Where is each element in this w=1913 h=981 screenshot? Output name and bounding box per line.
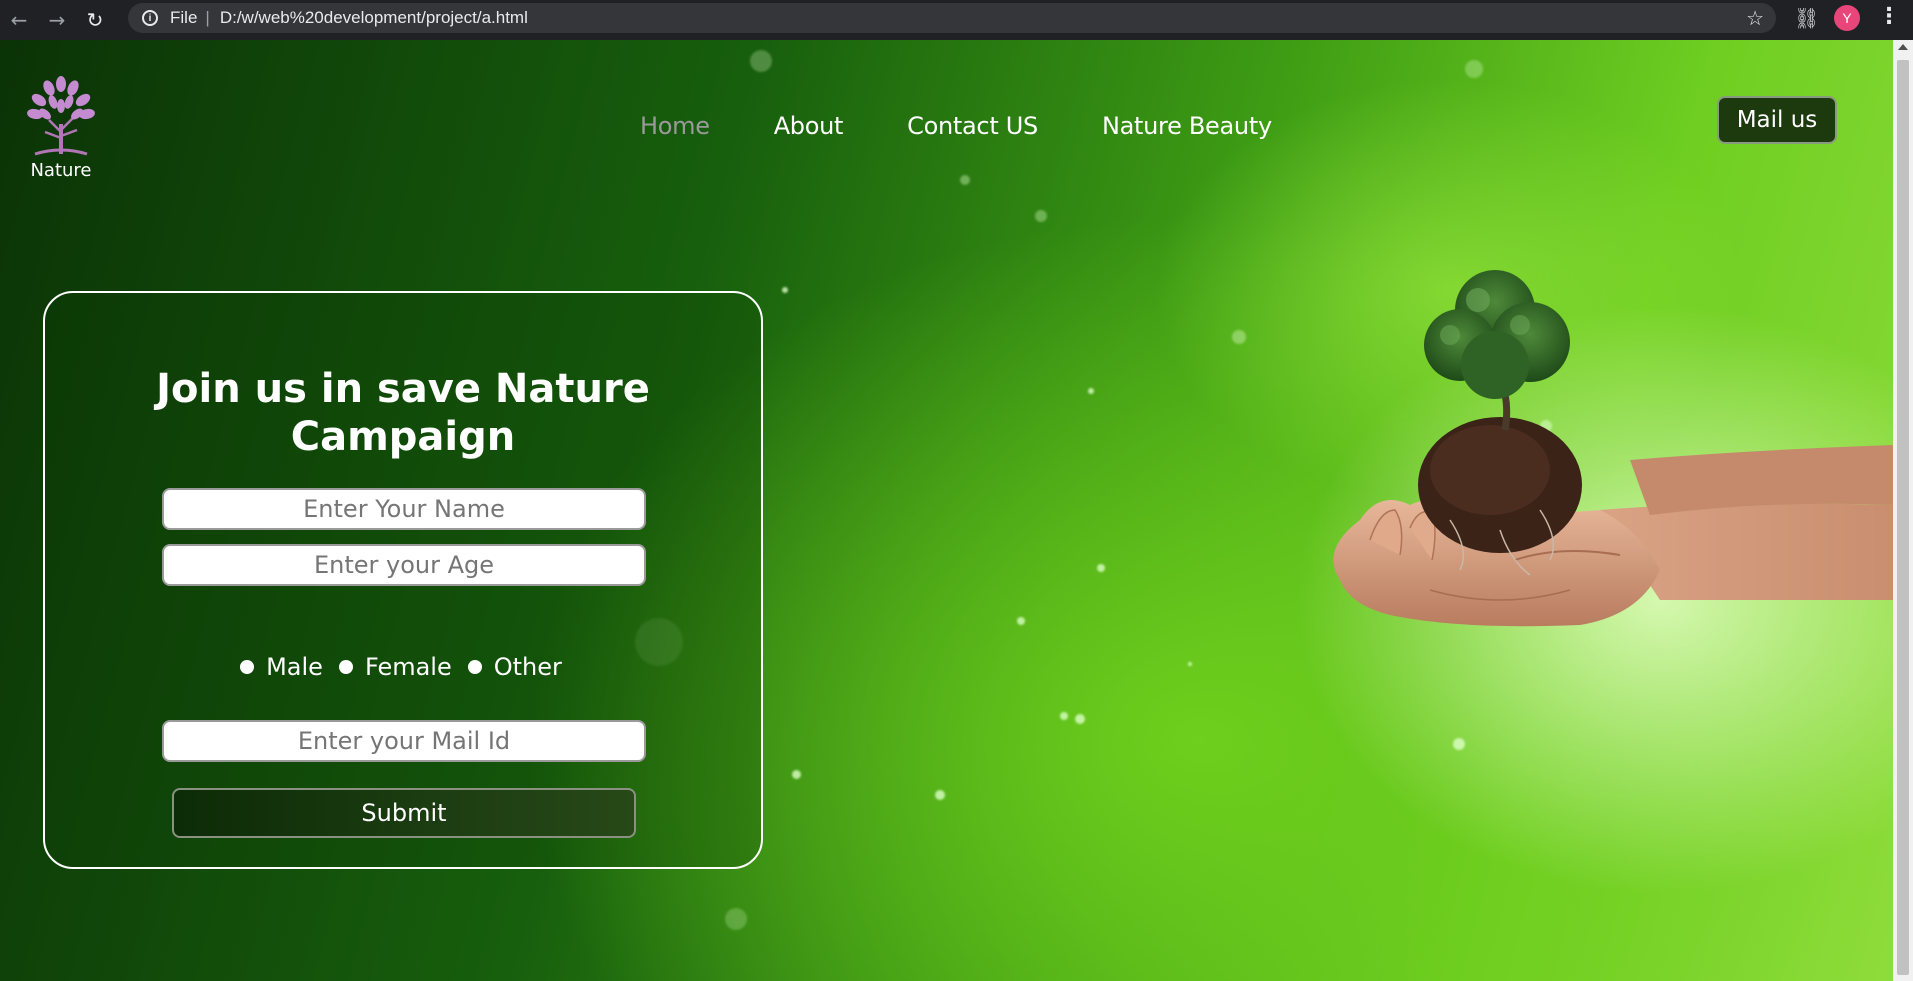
- radio-male[interactable]: [240, 660, 255, 674]
- hands-holding-tree-image: [1333, 270, 1893, 627]
- back-arrow-icon[interactable]: ←: [0, 2, 38, 38]
- radio-female[interactable]: [338, 660, 353, 674]
- nav-about[interactable]: About: [774, 112, 844, 140]
- name-input[interactable]: [162, 488, 646, 530]
- browser-toolbar: ← → ↻ i File | D:/w/web%20development/pr…: [0, 0, 1913, 40]
- nav-contact-us[interactable]: Contact US: [907, 112, 1038, 140]
- profile-avatar[interactable]: Y: [1834, 5, 1860, 31]
- form-title: Join us in save Nature Campaign: [156, 366, 650, 460]
- scrollbar-thumb[interactable]: [1897, 60, 1909, 975]
- separator: |: [205, 8, 210, 27]
- submit-button[interactable]: Submit: [172, 788, 636, 838]
- nav-nature-beauty[interactable]: Nature Beauty: [1102, 112, 1272, 140]
- extensions-puzzle-icon[interactable]: ⛓: [1794, 6, 1819, 30]
- mail-us-button[interactable]: Mail us: [1717, 96, 1837, 144]
- radio-male-label[interactable]: Male: [266, 653, 323, 681]
- radio-female-label[interactable]: Female: [365, 653, 452, 681]
- radio-other[interactable]: [467, 660, 482, 674]
- info-icon[interactable]: i: [142, 10, 158, 26]
- mail-input[interactable]: [162, 720, 646, 762]
- page-background: Nature Home About Contact US Nature Beau…: [0, 40, 1893, 981]
- url-text[interactable]: D:/w/web%20development/project/a.html: [220, 8, 528, 28]
- bookmark-star-icon[interactable]: ☆: [1746, 6, 1764, 31]
- logo-text: Nature: [30, 160, 92, 181]
- tree-logo-icon: [27, 76, 95, 156]
- radio-other-label[interactable]: Other: [494, 653, 562, 681]
- reload-icon[interactable]: ↻: [76, 2, 114, 38]
- nav-home[interactable]: Home: [640, 112, 710, 140]
- vertical-scrollbar[interactable]: [1893, 40, 1913, 981]
- browser-menu-icon[interactable]: ⋮: [1878, 4, 1900, 29]
- logo[interactable]: Nature: [20, 74, 102, 181]
- forward-arrow-icon[interactable]: →: [38, 2, 76, 38]
- protocol-label: File: [170, 8, 198, 27]
- main-nav: Home About Contact US Nature Beauty: [640, 112, 1336, 140]
- address-bar[interactable]: i File | D:/w/web%20development/project/…: [128, 3, 1776, 33]
- age-input[interactable]: [162, 544, 646, 586]
- scroll-up-arrow-icon[interactable]: [1898, 44, 1908, 50]
- gender-radio-group: Male Female Other: [45, 653, 761, 681]
- signup-form-card: Join us in save Nature Campaign Male Fem…: [43, 291, 763, 869]
